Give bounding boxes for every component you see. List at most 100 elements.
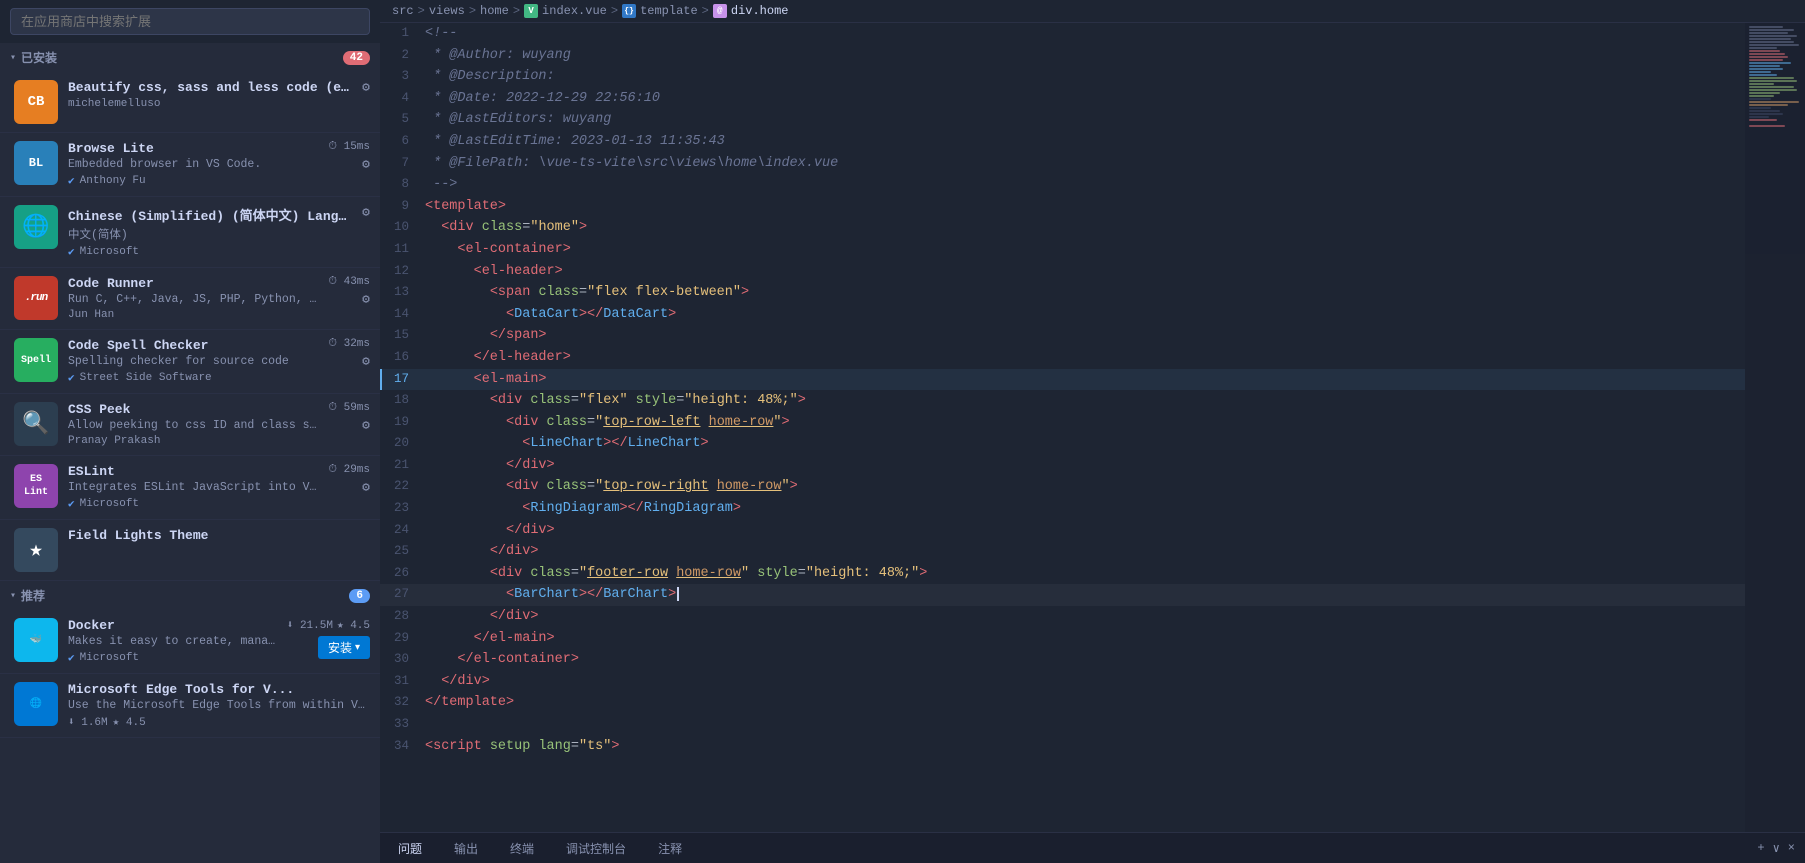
ext-item-code-runner[interactable]: .run Code Runner Run C, C++, Java, JS, P… — [0, 268, 380, 330]
ext-meta-eslint: ✔ Microsoft — [68, 497, 318, 511]
recommended-section-header[interactable]: ▾ 推荐 6 — [0, 581, 380, 610]
ext-item-css-peek[interactable]: 🔍 CSS Peek Allow peeking to css ID and c… — [0, 394, 380, 456]
code-line-3: 3 * @Description: — [380, 66, 1745, 88]
ext-item-beautify[interactable]: cb Beautify css, sass and less code (ext… — [0, 72, 380, 133]
ext-item-browse-lite[interactable]: BL Browse Lite Embedded browser in VS Co… — [0, 133, 380, 197]
editor-panel: src > views > home > V index.vue > {} te… — [380, 0, 1805, 863]
ext-meta-docker: ✔ Microsoft — [68, 651, 277, 665]
ext-name-edge-tools: Microsoft Edge Tools for V... — [68, 682, 370, 697]
ext-item-chinese[interactable]: 🌐 Chinese (Simplified) (简体中文) Languag...… — [0, 197, 380, 268]
code-line-9: 9 <template> — [380, 196, 1745, 218]
ext-item-field-lights[interactable]: ★ Field Lights Theme — [0, 520, 380, 581]
ext-meta-edge-tools: ⬇ 1.6M ★ 4.5 — [68, 715, 370, 729]
code-line-2: 2 * @Author: wuyang — [380, 45, 1745, 67]
editor-bottom-right: + ∨ × — [1757, 841, 1795, 856]
code-line-10: 10 <div class="home"> — [380, 217, 1745, 239]
ext-name-css-peek: CSS Peek — [68, 402, 318, 417]
code-line-23: 23 <RingDiagram></RingDiagram> — [380, 498, 1745, 520]
code-line-26: 26 <div class="footer-row home-row" styl… — [380, 563, 1745, 585]
gear-icon-eslint[interactable]: ⚙ — [362, 480, 370, 495]
code-line-31: 31 </div> — [380, 671, 1745, 693]
ext-author-beautify: michelemelluso — [68, 98, 160, 110]
ext-author-docker: Microsoft — [80, 652, 139, 664]
ext-meta-spell-checker: ✔ Street Side Software — [68, 371, 318, 385]
code-line-20: 20 <LineChart></LineChart> — [380, 433, 1745, 455]
code-line-29: 29 </el-main> — [380, 628, 1745, 650]
breadcrumb-src: src — [392, 4, 414, 18]
add-panel-button[interactable]: + — [1757, 841, 1764, 855]
ext-desc-docker: Makes it easy to create, manage, and deb… — [68, 635, 277, 648]
installed-label: 已安装 — [21, 49, 57, 66]
code-line-34: 34 <script setup lang="ts"> — [380, 736, 1745, 758]
ext-actions-css-peek: ⏱ 59ms ⚙ — [328, 402, 370, 433]
gear-icon-spell-checker[interactable]: ⚙ — [362, 354, 370, 369]
ext-info-browse-lite: Browse Lite Embedded browser in VS Code.… — [68, 141, 318, 188]
ext-icon-browse-lite: BL — [14, 141, 58, 185]
ext-desc-browse-lite: Embedded browser in VS Code. — [68, 158, 318, 171]
edge-downloads: ⬇ 1.6M — [68, 715, 108, 729]
gear-icon-beautify[interactable]: ⚙ — [362, 80, 370, 95]
extension-list: cb Beautify css, sass and less code (ext… — [0, 72, 380, 863]
install-button-docker[interactable]: 安装 ▾ — [318, 636, 370, 659]
recommended-badge: 6 — [349, 589, 370, 603]
tab-output[interactable]: 输出 — [446, 836, 486, 861]
code-line-32: 32 </template> — [380, 692, 1745, 714]
ext-meta-browse-lite: ✔ Anthony Fu — [68, 174, 318, 188]
ext-item-spell-checker[interactable]: Spell Code Spell Checker Spelling checke… — [0, 330, 380, 394]
ext-actions-eslint: ⏱ 29ms ⚙ — [328, 464, 370, 495]
tab-problems[interactable]: 问题 — [390, 835, 430, 861]
ext-item-eslint[interactable]: ESLint ESLint Integrates ESLint JavaScri… — [0, 456, 380, 520]
ext-info-field-lights: Field Lights Theme — [68, 528, 370, 543]
ext-actions-beautify: ⚙ — [362, 80, 370, 95]
search-bar — [0, 0, 380, 43]
ext-name-field-lights: Field Lights Theme — [68, 528, 370, 543]
verified-icon-chinese: ✔ — [68, 245, 75, 259]
close-panel-button[interactable]: × — [1788, 841, 1795, 855]
minimap — [1745, 23, 1805, 832]
tab-comments[interactable]: 注释 — [650, 836, 690, 861]
vue-icon: V — [524, 4, 538, 18]
ext-meta-beautify: michelemelluso — [68, 98, 352, 110]
ext-author-spell-checker: Street Side Software — [80, 372, 212, 384]
ext-icon-docker: 🐳 — [14, 618, 58, 662]
search-input[interactable] — [10, 8, 370, 35]
edge-rating: ★ 4.5 — [113, 715, 146, 729]
code-line-17: 17 <el-main> — [380, 369, 1745, 391]
breadcrumb-div-home: div.home — [731, 4, 789, 18]
recommended-label: 推荐 — [21, 587, 45, 604]
code-line-6: 6 * @LastEditTime: 2023-01-13 11:35:43 — [380, 131, 1745, 153]
ext-info-code-runner: Code Runner Run C, C++, Java, JS, PHP, P… — [68, 276, 318, 321]
installed-section-header[interactable]: ▾ 已安装 42 — [0, 43, 380, 72]
breadcrumb-views: views — [429, 4, 465, 18]
tab-terminal[interactable]: 终端 — [502, 836, 542, 861]
verified-icon-spell-checker: ✔ — [68, 371, 75, 385]
code-line-25: 25 </div> — [380, 541, 1745, 563]
ext-author-eslint: Microsoft — [80, 498, 139, 510]
breadcrumb-sep3: > — [513, 4, 520, 18]
ext-name-beautify: Beautify css, sass and less code (extens… — [68, 80, 352, 95]
collapse-panel-button[interactable]: ∨ — [1773, 841, 1780, 856]
code-line-22: 22 <div class="top-row-right home-row"> — [380, 476, 1745, 498]
code-line-13: 13 <span class="flex flex-between"> — [380, 282, 1745, 304]
ext-info-spell-checker: Code Spell Checker Spelling checker for … — [68, 338, 318, 385]
ext-actions-chinese: ⚙ — [362, 205, 370, 220]
docker-rating: ★ 4.5 — [337, 618, 370, 632]
ext-info-chinese: Chinese (Simplified) (简体中文) Languag... 中… — [68, 205, 352, 259]
gear-icon-code-runner[interactable]: ⚙ — [362, 292, 370, 307]
gear-icon-browse-lite[interactable]: ⚙ — [362, 157, 370, 172]
ext-item-docker[interactable]: 🐳 Docker Makes it easy to create, manage… — [0, 610, 380, 674]
ext-icon-field-lights: ★ — [14, 528, 58, 572]
ext-name-chinese: Chinese (Simplified) (简体中文) Languag... — [68, 205, 352, 224]
tab-debug-console[interactable]: 调试控制台 — [558, 836, 634, 861]
breadcrumb-sep5: > — [702, 4, 709, 18]
gear-icon-css-peek[interactable]: ⚙ — [362, 418, 370, 433]
code-container[interactable]: 1 <!-- 2 * @Author: wuyang 3 * @Descript… — [380, 23, 1745, 832]
ext-item-edge-tools[interactable]: 🌐 Microsoft Edge Tools for V... Use the … — [0, 674, 380, 738]
ext-desc-spell-checker: Spelling checker for source code — [68, 355, 318, 368]
ext-time-browse-lite: ⏱ 15ms — [328, 141, 370, 153]
gear-icon-chinese[interactable]: ⚙ — [362, 205, 370, 220]
code-line-5: 5 * @LastEditors: wuyang — [380, 109, 1745, 131]
code-line-18: 18 <div class="flex" style="height: 48%;… — [380, 390, 1745, 412]
ext-desc-css-peek: Allow peeking to css ID and class string… — [68, 419, 318, 432]
ext-author-css-peek: Pranay Prakash — [68, 435, 160, 447]
